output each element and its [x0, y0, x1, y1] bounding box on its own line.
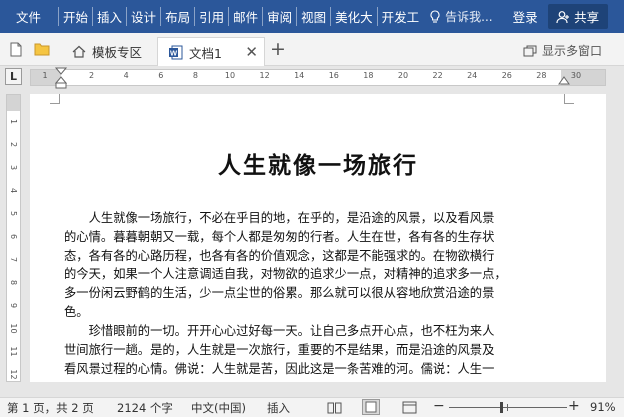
- ruler-label: 10: [9, 323, 18, 334]
- ruler-label: 4: [123, 71, 129, 80]
- tab-view[interactable]: 视图: [297, 0, 330, 33]
- ruler-label: 22: [432, 71, 443, 80]
- zoom-level[interactable]: 91%: [590, 400, 616, 414]
- document-page[interactable]: 人生就像一场旅行 人生就像一场旅行，不必在乎目的地，在乎的，是沿途的风景，以及看…: [30, 94, 606, 382]
- ruler-label: 30: [570, 71, 582, 80]
- ruler-label: 12: [259, 71, 270, 80]
- text-line: 人生就像一场旅行，不必在乎目的地，在乎的，是沿途的风景，以及看风景: [88, 211, 495, 225]
- ruler-label: 1: [9, 118, 18, 125]
- crop-mark: [50, 94, 60, 104]
- ruler-label: 6: [158, 71, 164, 80]
- ruler-label: 10: [224, 71, 236, 80]
- ruler-label: 18: [363, 71, 374, 80]
- tab-mailings[interactable]: 邮件: [229, 0, 262, 33]
- status-bar: 第 1 页，共 2 页 2124 个字 中文(中国) 插入 − + 91%: [0, 397, 624, 417]
- tab-label: 文档1: [189, 45, 222, 61]
- ruler-label: 11: [9, 346, 18, 357]
- ruler-label: 5: [9, 210, 18, 217]
- share-button[interactable]: 共享: [547, 4, 608, 29]
- ruler-label: 28: [536, 71, 547, 80]
- vertical-ruler[interactable]: 1 2 3 4 5 6 7 8 9 10 11 12: [6, 94, 21, 382]
- text-line: 的心情。暮暮朝朝又一载，每个人都是匆匆的行者。人生在世，各有各的生存状: [64, 229, 495, 244]
- tab-template-zone[interactable]: 模板专区: [64, 37, 156, 66]
- login-link[interactable]: 登录: [513, 7, 538, 26]
- paragraph-2: 珍惜眼前的一切。开开心心过好每一天。让自己多点开心点，也不枉为来人 世间旅行一趟…: [64, 322, 564, 378]
- ruler-label: 7: [9, 256, 18, 263]
- zoom-slider-track[interactable]: [449, 407, 567, 408]
- show-multi-window-label: 显示多窗口: [541, 44, 602, 58]
- close-icon[interactable]: ✕: [245, 43, 258, 61]
- zoom-slider-thumb[interactable]: [499, 402, 503, 413]
- zoom-out-icon[interactable]: −: [433, 398, 445, 414]
- tell-me-box[interactable]: 告诉我...: [429, 8, 493, 25]
- ribbon-tab-bar: 文件 开始 插入 设计 布局 引用 邮件 审阅 视图 美化大 开发工 告诉我..…: [0, 0, 624, 33]
- tab-file[interactable]: 文件: [0, 0, 58, 33]
- new-document-icon[interactable]: [9, 42, 23, 57]
- share-label: 共享: [574, 10, 600, 25]
- tab-design[interactable]: 设计: [127, 0, 160, 33]
- tab-home[interactable]: 开始: [59, 0, 92, 33]
- text-line: 的今天，如果一个人注意调适自我，对物欲的追求少一点，对精神的追求多一点，: [64, 267, 507, 282]
- home-icon: [72, 45, 86, 58]
- new-tab-plus-icon[interactable]: +: [270, 38, 286, 60]
- text-line: 态，各有各的心路历程，也各有各的价值观念，这都是不能强求的。在物欲横行: [64, 248, 495, 263]
- ruler-label: 2: [9, 141, 18, 148]
- word-icon: W: [169, 45, 183, 59]
- read-mode-icon[interactable]: [327, 401, 342, 414]
- language-indicator[interactable]: 中文(中国): [191, 400, 246, 416]
- windows-icon: [523, 45, 537, 56]
- tab-developer[interactable]: 开发工: [378, 0, 424, 33]
- ruler-label: 12: [9, 369, 18, 380]
- text-line: 多一份闲云野鹤的生活，少一点尘世的俗累。那么就可以很从容地欣赏沿途的景: [64, 286, 495, 301]
- zoom-in-icon[interactable]: +: [568, 398, 580, 414]
- ruler-label: 26: [501, 71, 512, 80]
- tab-document1[interactable]: W 文档1 ✕: [157, 37, 265, 66]
- ruler-label: 8: [9, 279, 18, 286]
- word-count[interactable]: 2124 个字: [117, 400, 173, 416]
- tab-label: 模板专区: [92, 45, 143, 60]
- tell-me-text: 告诉我...: [445, 10, 493, 24]
- document-title: 人生就像一场旅行: [218, 152, 418, 179]
- right-indent-marker-icon[interactable]: [558, 75, 570, 85]
- insert-mode-indicator[interactable]: 插入: [267, 400, 290, 416]
- person-icon: [556, 10, 570, 23]
- horizontal-ruler[interactable]: 1 2 4 6 8 10 12 14 16 18 20 22 24 26 28 30: [30, 67, 606, 89]
- show-multi-window-button[interactable]: 显示多窗口: [523, 42, 602, 59]
- print-layout-icon[interactable]: [362, 399, 380, 415]
- ruler-label: 24: [467, 71, 478, 80]
- document-tab-strip: 模板专区 W 文档1 ✕ + 显示多窗口: [0, 33, 624, 66]
- tab-selector-button[interactable]: L: [5, 68, 22, 85]
- open-folder-icon[interactable]: [34, 42, 50, 56]
- tab-review[interactable]: 审阅: [263, 0, 296, 33]
- tab-references[interactable]: 引用: [195, 0, 228, 33]
- crop-mark: [564, 94, 574, 104]
- ruler-label: 2: [89, 71, 95, 80]
- text-line: 色。: [64, 304, 89, 319]
- tab-beautify[interactable]: 美化大: [331, 0, 377, 33]
- ruler-label: 6: [9, 233, 18, 240]
- paragraph-1: 人生就像一场旅行，不必在乎目的地，在乎的，是沿途的风景，以及看风景 的心情。暮暮…: [64, 209, 564, 322]
- ruler-top-margin: [7, 95, 20, 111]
- ruler-label: 4: [9, 187, 18, 194]
- ruler-label: 1: [42, 71, 48, 80]
- ruler-label: 3: [9, 164, 18, 171]
- ruler-label: 8: [192, 71, 198, 80]
- lightbulb-icon: [430, 9, 440, 23]
- ruler-label: 16: [328, 71, 339, 80]
- svg-text:W: W: [170, 48, 178, 57]
- ruler-label: 14: [294, 71, 305, 80]
- page-count[interactable]: 第 1 页，共 2 页: [7, 400, 94, 416]
- text-line: 世间旅行一趟。是的，人生就是一次旅行，重要的不是结果，而是沿途的风景及: [64, 342, 495, 357]
- ruler-label: 20: [397, 71, 409, 80]
- text-line: 珍惜眼前的一切。开开心心过好每一天。让自己多点开心点，也不枉为来人: [88, 324, 495, 338]
- web-layout-icon[interactable]: [402, 401, 417, 414]
- text-line: 看风景过程的心情。佛说：人生就是苦，因此这是一条苦难的河。儒说：人生一: [64, 361, 495, 376]
- indent-marker-icon[interactable]: [55, 67, 67, 89]
- ruler-label: 9: [9, 302, 18, 309]
- zoom-slider-center-tick: [507, 404, 508, 411]
- tab-layout[interactable]: 布局: [161, 0, 194, 33]
- tab-insert[interactable]: 插入: [93, 0, 126, 33]
